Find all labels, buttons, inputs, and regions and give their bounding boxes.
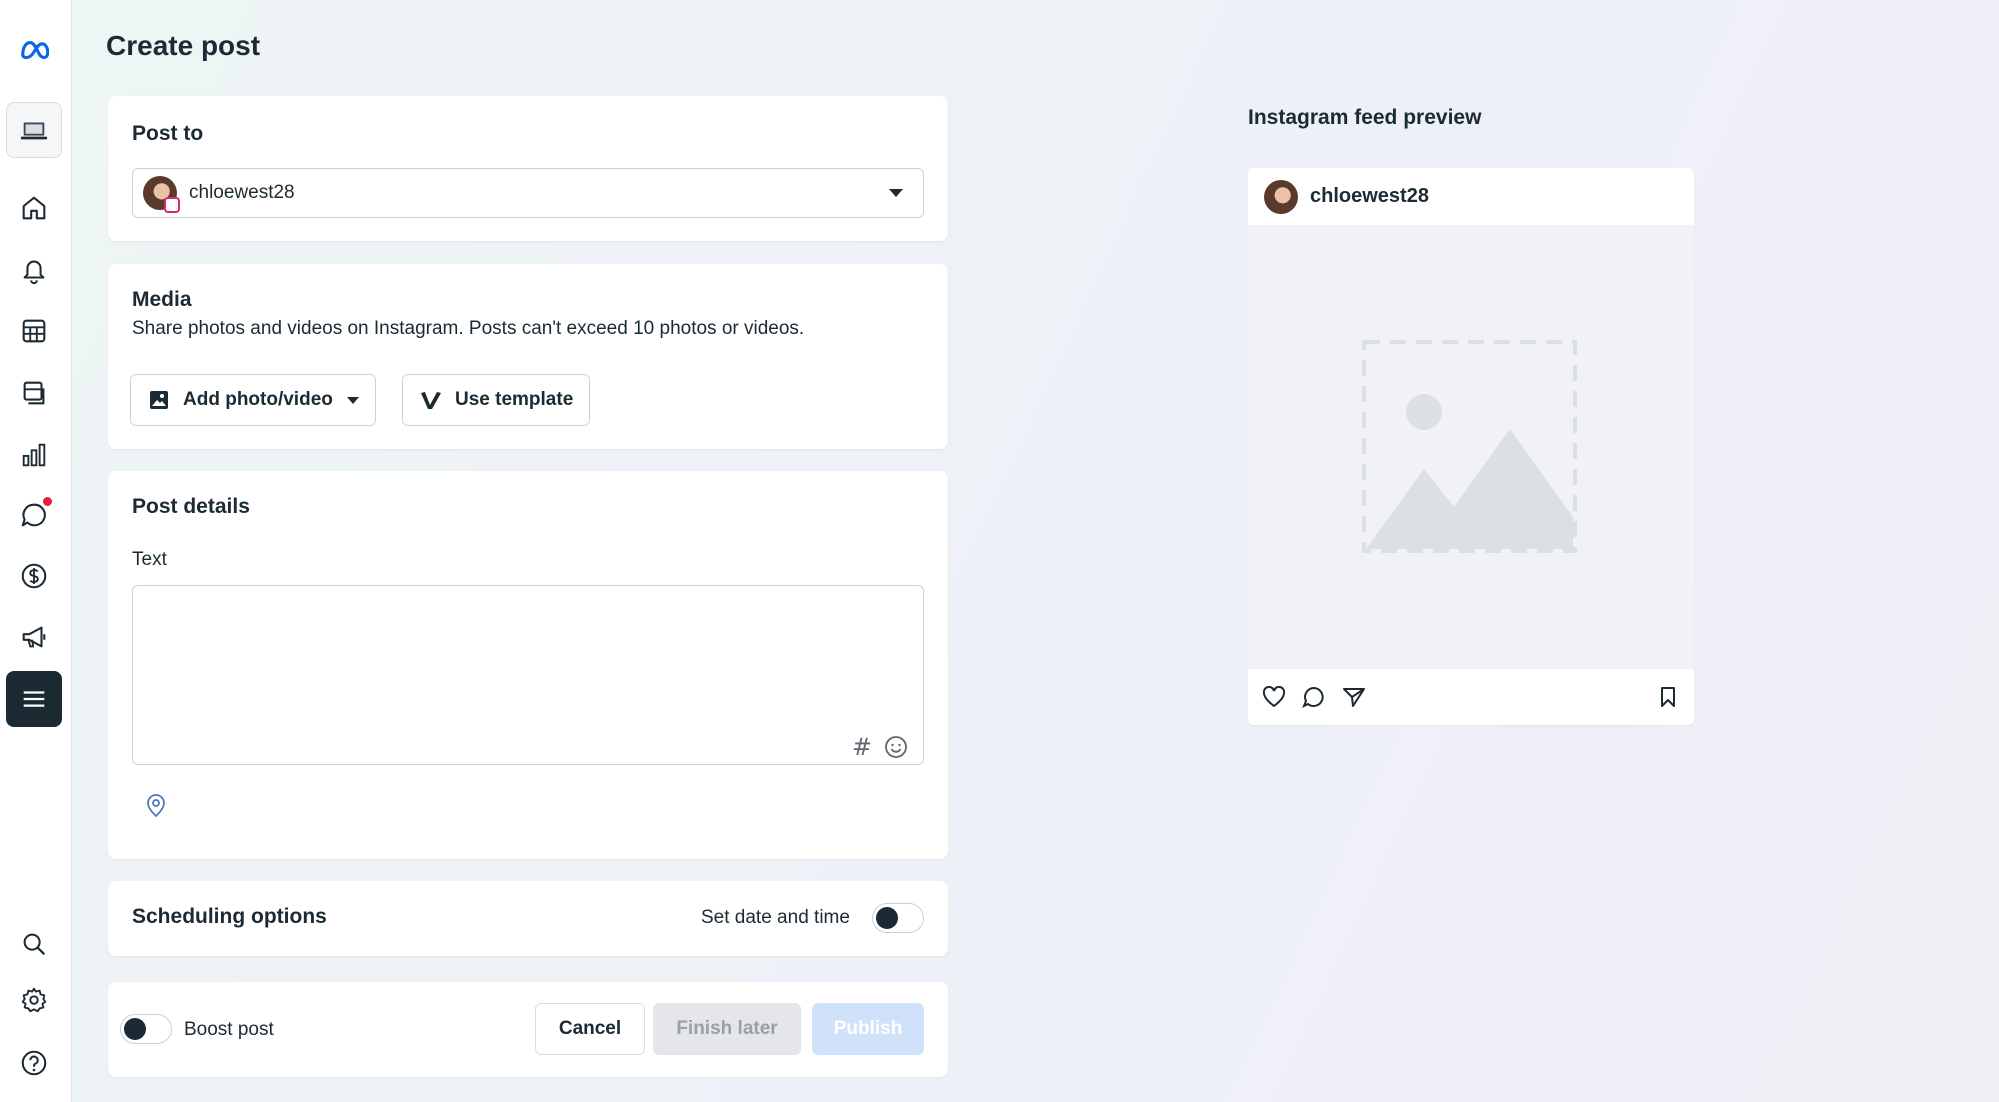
post-text-input[interactable] <box>132 585 924 765</box>
megaphone-icon[interactable] <box>6 609 62 665</box>
add-photo-video-label: Add photo/video <box>183 389 333 410</box>
help-icon[interactable] <box>6 1035 62 1091</box>
preview-avatar <box>1264 179 1298 214</box>
set-date-time-label: Set date and time <box>701 907 850 928</box>
page-title: Create post <box>106 30 261 61</box>
dollar-icon[interactable] <box>6 548 62 604</box>
preview-username: chloewest28 <box>1310 185 1429 207</box>
image-placeholder-icon <box>1362 340 1577 553</box>
footer-card: Boost post Cancel Finish later Publish <box>108 982 948 1077</box>
set-date-time-toggle[interactable] <box>872 903 924 933</box>
post-to-card: Post to chloewest28 <box>108 96 948 241</box>
use-template-label: Use template <box>455 389 574 410</box>
post-to-title: Post to <box>132 122 204 145</box>
add-photo-video-button[interactable]: Add photo/video <box>130 374 376 426</box>
publish-button[interactable]: Publish <box>812 1003 924 1055</box>
gear-icon[interactable] <box>6 972 62 1028</box>
photo-icon <box>150 391 168 409</box>
instagram-icon <box>164 197 180 213</box>
home-icon[interactable] <box>6 180 62 236</box>
template-icon <box>421 392 441 409</box>
bell-icon[interactable] <box>6 242 62 298</box>
chevron-down-icon <box>889 189 903 197</box>
media-title: Media <box>132 288 192 311</box>
hashtag-icon[interactable]: # <box>852 733 872 761</box>
sidebar <box>0 0 72 1102</box>
text-label: Text <box>132 549 167 570</box>
location-pin-icon[interactable] <box>144 793 168 824</box>
table-icon[interactable] <box>6 303 62 359</box>
instagram-preview-card: chloewest28 <box>1248 168 1694 725</box>
preview-media-placeholder <box>1248 225 1694 669</box>
boost-post-label: Boost post <box>184 1019 274 1040</box>
media-description: Share photos and videos on Instagram. Po… <box>132 318 805 339</box>
emoji-icon[interactable] <box>884 735 908 764</box>
scheduling-card: Scheduling options Set date and time <box>108 881 948 956</box>
post-details-title: Post details <box>132 495 250 518</box>
meta-logo-icon[interactable] <box>6 22 62 78</box>
pages-icon[interactable] <box>6 365 62 421</box>
media-card: Media Share photos and videos on Instagr… <box>108 264 948 449</box>
bookmark-icon <box>1658 686 1678 713</box>
avatar <box>143 176 180 213</box>
boost-post-toggle[interactable] <box>120 1014 172 1044</box>
bar-chart-icon[interactable] <box>6 427 62 483</box>
chevron-down-icon <box>346 396 359 404</box>
chat-bubble-icon[interactable] <box>6 487 62 543</box>
account-select-value: chloewest28 <box>189 182 295 203</box>
notification-dot <box>43 497 52 506</box>
preview-title: Instagram feed preview <box>1248 106 1482 129</box>
preview-actions <box>1248 669 1694 725</box>
cancel-button[interactable]: Cancel <box>535 1003 645 1055</box>
heart-icon <box>1262 685 1286 713</box>
comment-icon <box>1302 686 1326 713</box>
account-select[interactable]: chloewest28 <box>132 168 924 218</box>
finish-later-button[interactable]: Finish later <box>653 1003 801 1055</box>
hamburger-menu-icon[interactable] <box>6 671 62 727</box>
preview-header: chloewest28 <box>1248 168 1694 225</box>
share-icon <box>1342 686 1366 713</box>
search-icon[interactable] <box>6 916 62 972</box>
use-template-button[interactable]: Use template <box>402 374 591 426</box>
post-details-card: Post details Text # <box>108 471 948 859</box>
scheduling-title: Scheduling options <box>132 905 327 928</box>
laptop-icon[interactable] <box>6 102 62 158</box>
